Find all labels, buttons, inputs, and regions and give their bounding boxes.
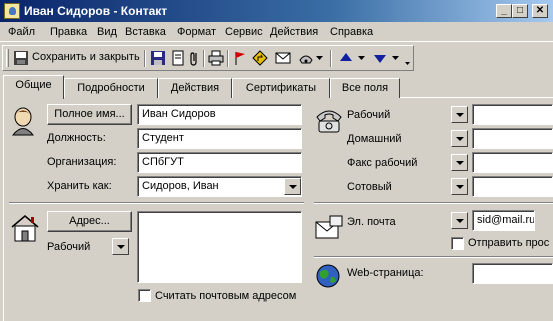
company-label: Организация: — [47, 156, 117, 168]
section-divider — [9, 202, 304, 204]
save-floppy-icon[interactable] — [150, 50, 166, 66]
contact-app-icon[interactable] — [4, 3, 20, 19]
tab-general[interactable]: Общие — [3, 75, 64, 99]
web-page-label: Web-страница: — [347, 267, 424, 279]
phone-field-home[interactable] — [472, 128, 553, 149]
email-label: Эл. почта — [347, 216, 396, 228]
send-plain-text-label: Отправить прос — [468, 237, 550, 249]
menu-help[interactable]: Справка — [330, 26, 373, 38]
insert-file-icon[interactable] — [170, 50, 186, 66]
menu-format[interactable]: Формат — [177, 26, 216, 38]
phone-type-dropdown-mobile[interactable] — [451, 178, 468, 195]
address-textarea[interactable] — [137, 211, 302, 283]
menu-tools[interactable]: Сервис — [225, 26, 263, 38]
display-map-icon[interactable] — [252, 50, 268, 66]
save-icon — [14, 51, 28, 65]
menu-edit[interactable]: Правка — [50, 26, 87, 38]
toolbar-separator — [227, 50, 229, 67]
menu-actions[interactable]: Действия — [270, 26, 318, 38]
phone-field-business-fax[interactable] — [472, 152, 553, 173]
job-title-label: Должность: — [47, 132, 106, 144]
tab-all-fields[interactable]: Все поля — [330, 78, 400, 98]
print-icon[interactable] — [208, 50, 224, 66]
phone-field-business[interactable] — [472, 104, 553, 125]
house-icon — [11, 215, 39, 242]
new-message-to-contact-icon[interactable] — [275, 50, 291, 66]
tab-activities[interactable]: Действия — [158, 78, 232, 98]
tab-details[interactable]: Подробности — [64, 78, 158, 98]
title-bar: Иван Сидоров - Контакт — [0, 0, 553, 22]
email-type-dropdown[interactable] — [451, 212, 468, 229]
person-icon — [11, 107, 35, 136]
phone-type-dropdown-home[interactable] — [451, 130, 468, 147]
job-title-field[interactable]: Студент — [137, 128, 302, 149]
toolbar-grip[interactable] — [6, 49, 9, 67]
send-plain-text-checkbox[interactable] — [451, 237, 464, 250]
web-page-field[interactable] — [472, 263, 553, 284]
phone-label-business: Рабочий — [347, 109, 391, 121]
toolbar-separator — [330, 50, 332, 67]
file-as-value: Сидоров, Иван — [142, 180, 219, 192]
save-and-close-label: Сохранить и закрыть — [32, 51, 140, 63]
toolbar-separator — [144, 50, 146, 67]
window-title: Иван Сидоров - Контакт — [24, 4, 168, 18]
mailing-address-label: Считать почтовым адресом — [155, 290, 297, 302]
file-as-label: Хранить как: — [47, 180, 112, 192]
close-button[interactable]: ✕ — [532, 4, 548, 18]
flag-icon[interactable] — [232, 50, 248, 66]
minimize-button[interactable]: _ — [496, 4, 512, 18]
phone-type-dropdown-business[interactable] — [451, 106, 468, 123]
previous-item-icon[interactable] — [338, 50, 354, 66]
full-name-button[interactable]: Полное имя... — [47, 104, 132, 125]
company-field[interactable]: СПбГУТ — [137, 152, 302, 173]
section-divider — [314, 202, 553, 204]
full-name-field[interactable]: Иван Сидоров — [137, 104, 302, 125]
telephone-icon — [316, 110, 342, 133]
paperclip-icon[interactable] — [186, 50, 202, 66]
section-divider — [314, 256, 553, 258]
phone-label-mobile: Сотовый — [347, 181, 392, 193]
menu-insert[interactable]: Вставка — [125, 26, 166, 38]
address-type-label[interactable]: Рабочий — [47, 241, 90, 253]
address-type-dropdown-button[interactable] — [112, 238, 129, 255]
phone-field-mobile[interactable] — [472, 176, 553, 197]
call-contact-icon[interactable] — [298, 50, 314, 66]
phone-label-home: Домашний — [347, 133, 402, 145]
menu-view[interactable]: Вид — [97, 26, 117, 38]
call-dropdown-arrow-icon[interactable] — [316, 53, 323, 61]
next-dropdown-arrow-icon[interactable] — [392, 53, 399, 61]
maximize-button[interactable]: □ — [512, 4, 528, 18]
email-envelope-icon — [315, 215, 343, 239]
mailing-address-checkbox[interactable] — [138, 289, 151, 302]
address-button[interactable]: Адрес... — [47, 211, 132, 232]
next-item-icon[interactable] — [372, 50, 388, 66]
email-field[interactable]: sid@mail.ru — [472, 210, 535, 231]
tab-certificates[interactable]: Сертификаты — [232, 78, 330, 98]
file-as-combobox[interactable]: Сидоров, Иван — [137, 176, 302, 197]
menu-file[interactable]: Файл — [8, 26, 35, 38]
previous-dropdown-arrow-icon[interactable] — [358, 53, 365, 61]
phone-label-business-fax: Факс рабочий — [347, 157, 418, 169]
toolbar-separator — [203, 50, 205, 67]
phone-type-dropdown-business-fax[interactable] — [451, 154, 468, 171]
file-as-dropdown-button[interactable] — [284, 178, 301, 195]
toolbar-options-icon[interactable] — [404, 58, 411, 66]
web-page-globe-icon — [316, 264, 340, 288]
